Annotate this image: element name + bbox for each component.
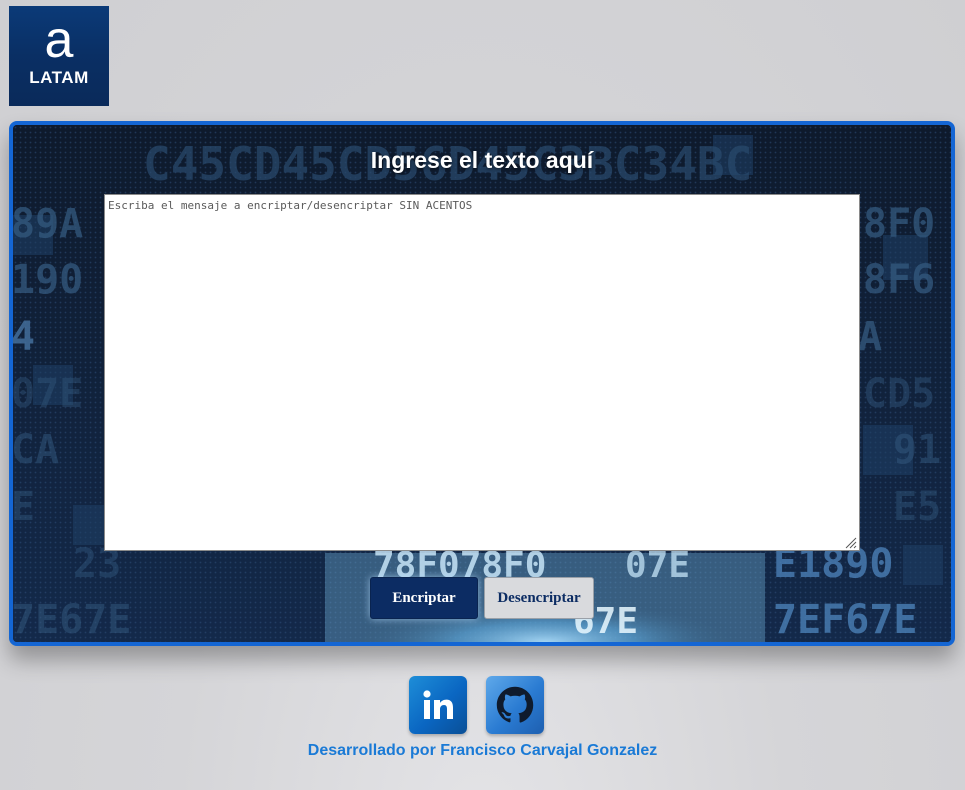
svg-text:190: 190 <box>13 257 83 303</box>
developer-credit: Desarrollado por Francisco Carvajal Gonz… <box>307 742 658 759</box>
logo-text: LATAM <box>29 68 89 87</box>
message-textarea[interactable] <box>104 194 860 551</box>
linkedin-icon <box>423 690 453 719</box>
decrypt-button[interactable]: Desencriptar <box>484 577 594 619</box>
github-link[interactable] <box>486 676 544 734</box>
svg-text:07E: 07E <box>13 371 83 417</box>
svg-text:7EF67E: 7EF67E <box>773 597 918 642</box>
encrypt-button[interactable]: Encriptar <box>370 577 478 619</box>
svg-text:8F6: 8F6 <box>863 257 935 303</box>
svg-text:CD5: CD5 <box>863 371 935 417</box>
panel-title: Ingrese el texto aquí <box>370 147 594 173</box>
svg-text:07E: 07E <box>625 545 690 586</box>
svg-text:E: E <box>13 484 35 530</box>
logo-mark: a <box>44 11 74 69</box>
svg-text:4: 4 <box>13 314 35 360</box>
svg-text:CA: CA <box>13 427 59 473</box>
svg-text:7E67E: 7E67E <box>13 597 131 642</box>
alura-latam-logo: a LATAM <box>9 6 109 106</box>
svg-text:A: A <box>858 314 882 360</box>
github-icon <box>496 686 534 723</box>
svg-text:89A: 89A <box>13 201 83 247</box>
linkedin-link[interactable] <box>409 676 467 734</box>
svg-text:8F0: 8F0 <box>863 201 935 247</box>
svg-text:91: 91 <box>893 427 941 473</box>
encrypt-panel: C45CD45CD56D45C3BC34BC 89A 8F0 190 8F6 4… <box>9 121 955 646</box>
encrypt-button-label: Encriptar <box>392 589 456 606</box>
decrypt-button-label: Desencriptar <box>497 589 581 606</box>
svg-text:E5: E5 <box>893 484 941 530</box>
